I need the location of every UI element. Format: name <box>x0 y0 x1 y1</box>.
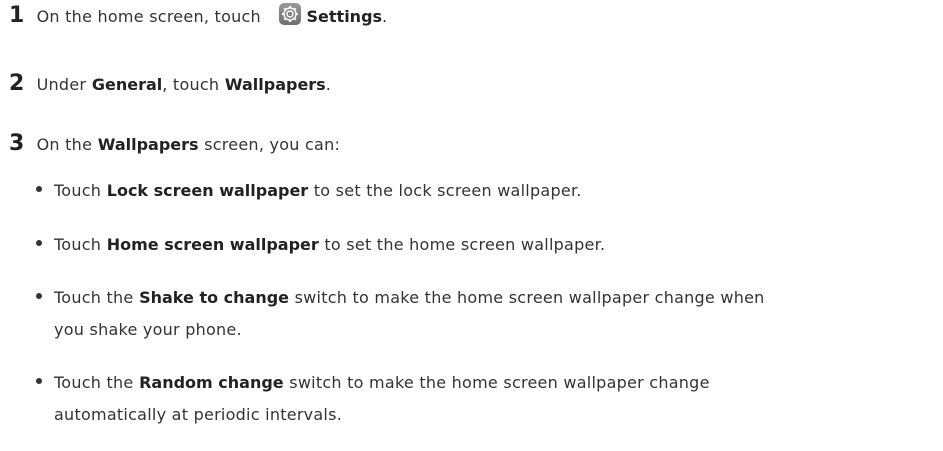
bullet-item: Touch Home screen wallpaper to set the h… <box>36 234 605 256</box>
step-text: On the <box>36 135 93 154</box>
step-text: screen, you can: <box>204 135 341 154</box>
step-text: , touch <box>162 75 220 94</box>
bullet-text: automatically at periodic intervals. <box>54 405 343 424</box>
bullet-icon <box>36 186 42 192</box>
random-change-label: Random change <box>139 373 284 392</box>
step-punct: . <box>325 75 332 94</box>
bullet-icon <box>36 293 42 299</box>
bullet-item: Touch the Random change switch to make t… <box>36 372 710 394</box>
wallpapers-label: Wallpapers <box>224 75 326 94</box>
bullet-item: Touch Lock screen wallpaper to set the l… <box>36 180 582 202</box>
settings-label: Settings <box>306 7 383 26</box>
step-number: 3 <box>9 131 25 156</box>
bullet-item: Touch the Shake to change switch to make… <box>36 287 765 309</box>
step-2: 2 Under General, touch Wallpapers. <box>9 73 331 96</box>
bullet-text: to set the home screen wallpaper. <box>324 235 606 254</box>
step-number: 1 <box>9 3 25 28</box>
bullet-continuation: automatically at periodic intervals. <box>54 404 342 426</box>
bullet-text: Touch <box>54 235 102 254</box>
shake-to-change-label: Shake to change <box>139 288 290 307</box>
step-number: 2 <box>9 71 25 96</box>
bullet-text: to set the lock screen wallpaper. <box>313 181 582 200</box>
settings-gear-icon <box>278 3 301 25</box>
step-3: 3 On the Wallpapers screen, you can: <box>9 133 340 156</box>
general-label: General <box>91 75 163 94</box>
wallpapers-label: Wallpapers <box>97 135 199 154</box>
step-1: 1 On the home screen, touch Settings. <box>9 3 388 28</box>
bullet-continuation: you shake your phone. <box>54 319 242 341</box>
bullet-icon <box>36 378 42 384</box>
bullet-text: you shake your phone. <box>54 320 242 339</box>
bullet-text: switch to make the home screen wallpaper… <box>289 373 710 392</box>
bullet-text: Touch <box>54 181 102 200</box>
lock-screen-wallpaper-label: Lock screen wallpaper <box>106 181 309 200</box>
step-punct: . <box>382 7 388 26</box>
step-text: On the home screen, touch <box>36 7 261 26</box>
bullet-text: Touch the <box>54 288 134 307</box>
bullet-text: switch to make the home screen wallpaper… <box>294 288 765 307</box>
step-text: Under <box>36 75 87 94</box>
home-screen-wallpaper-label: Home screen wallpaper <box>106 235 319 254</box>
bullet-text: Touch the <box>54 373 134 392</box>
bullet-icon <box>36 240 42 246</box>
